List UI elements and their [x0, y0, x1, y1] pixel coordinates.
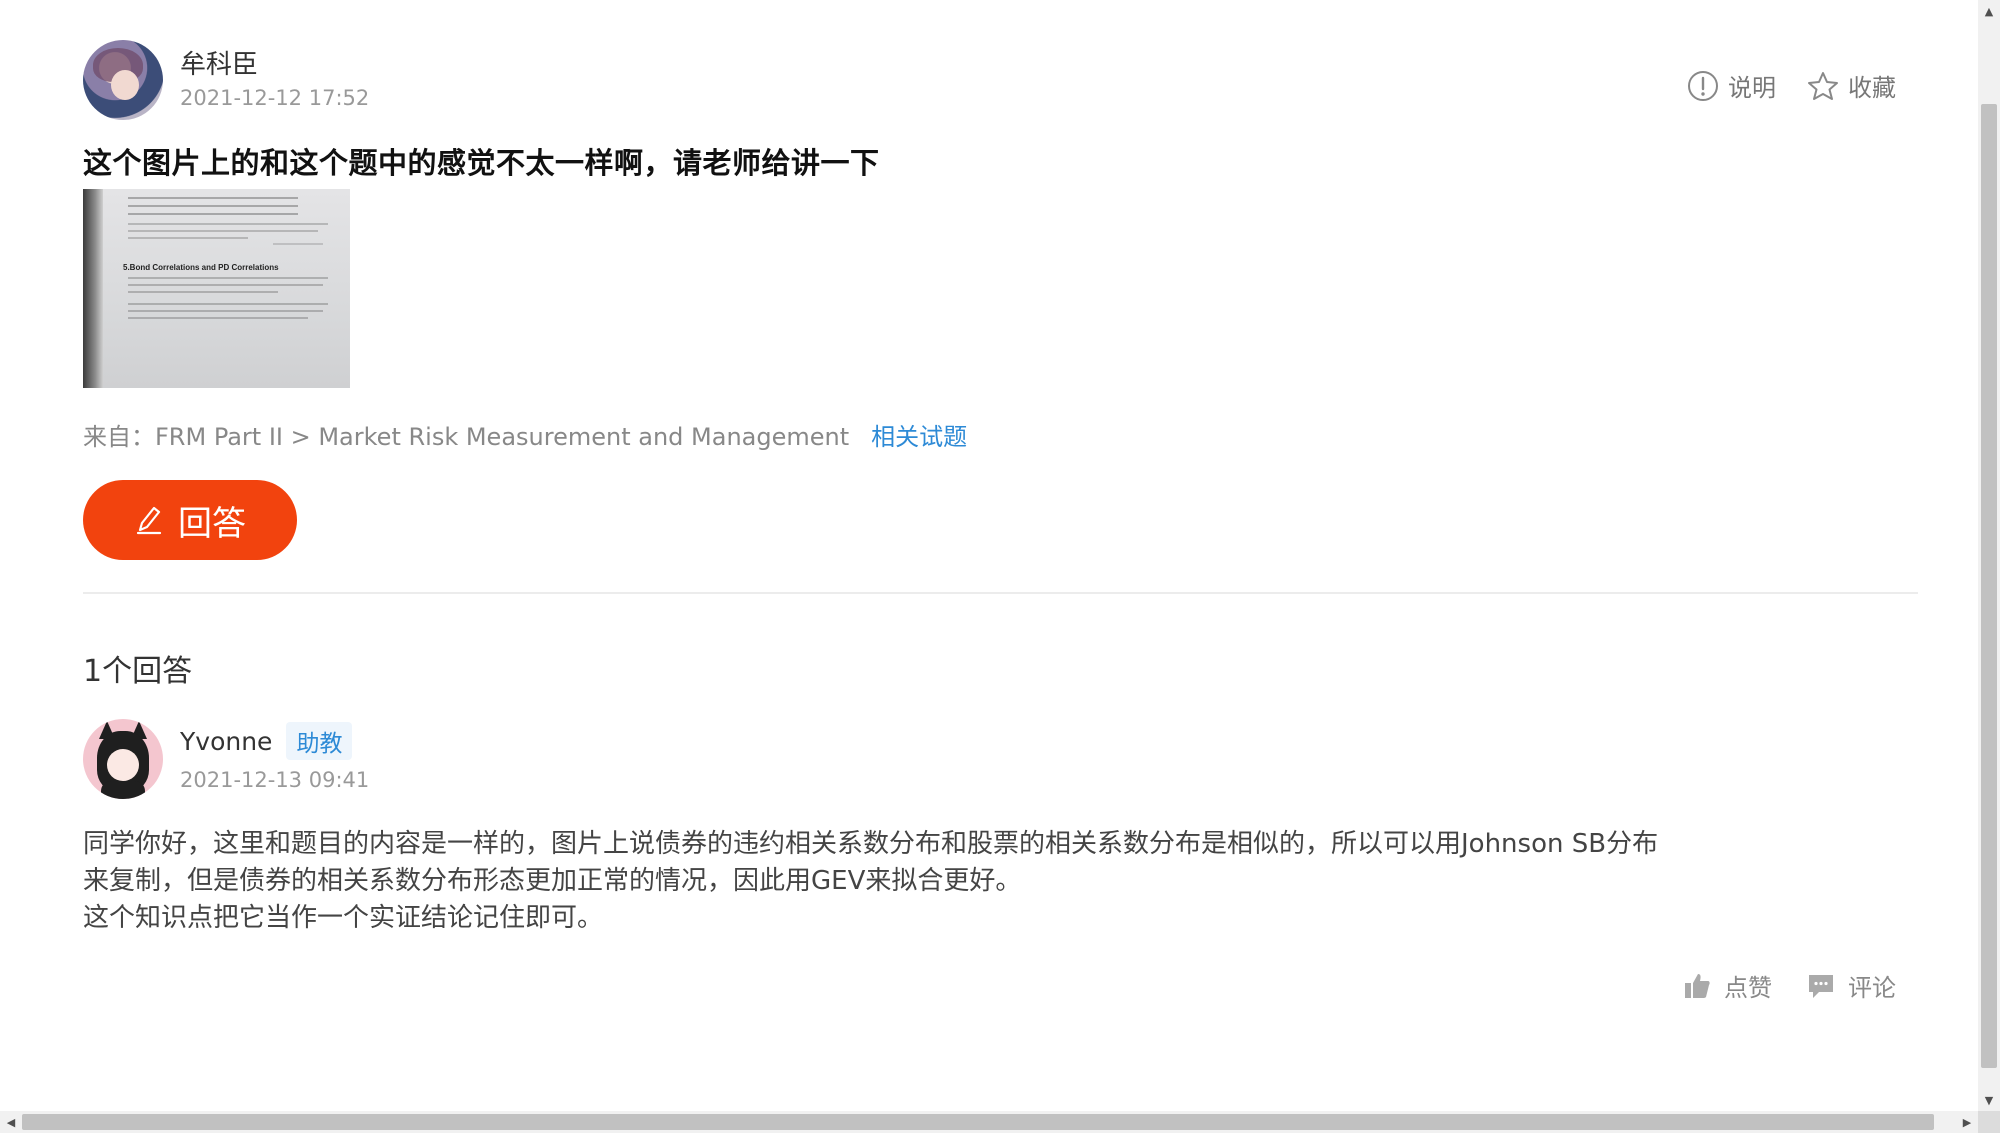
answer-line: 这个知识点把它当作一个实证结论记住即可。	[83, 903, 604, 933]
answer-body: 同学你好，这里和题目的内容是一样的，图片上说债券的违约相关系数分布和股票的相关系…	[83, 826, 1803, 937]
scrollbar-corner	[1978, 1111, 2000, 1133]
scroll-down-arrow-icon[interactable]: ▼	[1978, 1089, 2000, 1111]
question-image[interactable]: 5.Bond Correlations and PD Correlations	[83, 189, 350, 388]
answer-author-avatar[interactable]	[83, 719, 163, 799]
answer-actions: 点赞 评论	[1682, 968, 1896, 1003]
scroll-up-arrow-icon[interactable]: ▲	[1978, 0, 2000, 22]
answer-line: 来复制，但是债券的相关系数分布形态更加正常的情况，因此用GEV来拟合更好。	[83, 866, 1022, 896]
vertical-scrollbar[interactable]: ▲ ▼	[1978, 0, 2000, 1111]
related-questions-link[interactable]: 相关试题	[871, 423, 967, 451]
info-icon	[1688, 70, 1718, 101]
question-source: 来自：FRM Part II > Market Risk Measurement…	[83, 417, 967, 452]
answer-button[interactable]: 回答	[83, 480, 297, 560]
answer-author: Yvonne 助教	[180, 722, 353, 760]
like-label: 点赞	[1724, 974, 1772, 1002]
thumbs-up-icon	[1685, 973, 1710, 998]
source-label: 来自：	[83, 423, 155, 451]
question-timestamp: 2021-12-12 17:52	[180, 86, 370, 110]
answers-count: 1个回答	[83, 654, 193, 689]
question-title: 这个图片上的和这个题中的感觉不太一样啊，请老师给讲一下	[83, 146, 880, 180]
answer-author-name[interactable]: Yvonne	[180, 727, 272, 756]
like-button[interactable]: 点赞	[1682, 968, 1772, 1003]
horizontal-scroll-thumb[interactable]	[22, 1114, 1934, 1130]
section-divider	[83, 592, 1918, 594]
scroll-left-arrow-icon[interactable]: ◀	[0, 1111, 22, 1133]
info-button[interactable]: 说明	[1686, 68, 1776, 103]
info-label: 说明	[1728, 74, 1776, 102]
horizontal-scrollbar[interactable]: ◀ ▶	[0, 1111, 1978, 1133]
star-icon	[1808, 71, 1838, 100]
question-actions: 说明 收藏	[1686, 68, 1896, 103]
comment-button[interactable]: 评论	[1806, 968, 1896, 1003]
comment-label: 评论	[1848, 974, 1896, 1002]
image-heading: 5.Bond Correlations and PD Correlations	[123, 263, 279, 272]
answer-timestamp: 2021-12-13 09:41	[180, 768, 370, 792]
favorite-button[interactable]: 收藏	[1806, 68, 1896, 103]
answer-line: 同学你好，这里和题目的内容是一样的，图片上说债券的违约相关系数分布和股票的相关系…	[83, 829, 1659, 859]
question-author-avatar[interactable]	[83, 40, 163, 120]
answer-button-label: 回答	[178, 504, 246, 543]
qa-page: 牟科臣 2021-12-12 17:52 说明 收藏 这个图片上的和这个题中的感…	[0, 0, 1978, 1111]
comment-icon	[1809, 974, 1833, 998]
vertical-scroll-thumb[interactable]	[1981, 104, 1997, 1068]
source-path: FRM Part II > Market Risk Measurement an…	[155, 423, 850, 451]
scroll-right-arrow-icon[interactable]: ▶	[1956, 1111, 1978, 1133]
favorite-label: 收藏	[1848, 74, 1896, 102]
question-author-name[interactable]: 牟科臣	[180, 44, 258, 81]
teaching-assistant-badge: 助教	[286, 722, 353, 760]
pencil-icon	[136, 506, 162, 535]
